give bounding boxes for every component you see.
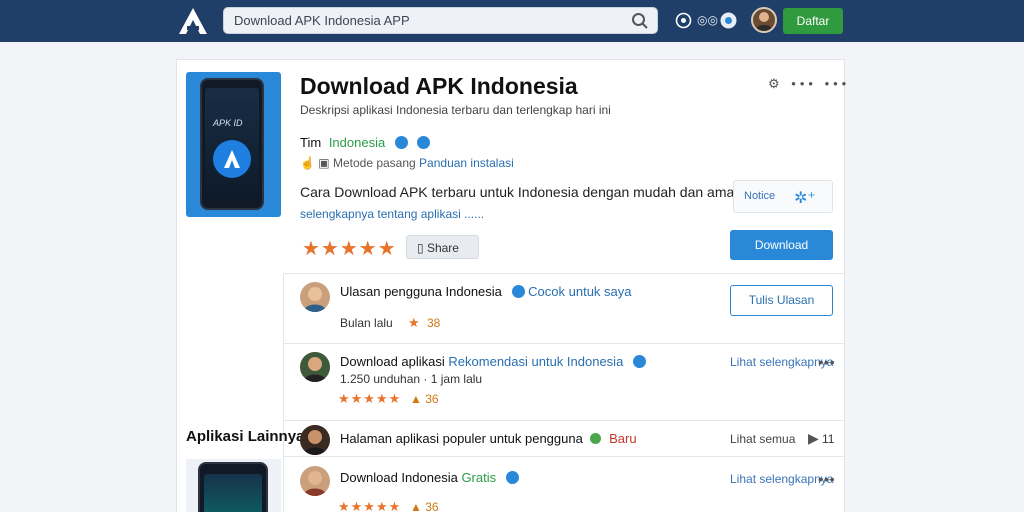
play-icon[interactable]: ▶ — [808, 430, 820, 447]
review-title: Ulasan pengguna Indonesia — [340, 284, 502, 299]
notice-box[interactable]: Notice ✲⁺ — [733, 180, 833, 213]
more-icon[interactable]: ••• — [825, 76, 851, 91]
settings-icon[interactable]: ⚙ — [768, 76, 784, 91]
rating-stars: ★★★★★ — [338, 499, 402, 512]
review-score: ▲ 36 — [410, 500, 439, 512]
review-tag: Rekomendasi untuk Indonesia — [448, 354, 624, 369]
phone-mockup — [198, 462, 268, 512]
page-title: Download APK Indonesia — [300, 73, 578, 99]
divider — [283, 420, 845, 421]
phone-mockup: APK ID — [200, 78, 264, 210]
avatar[interactable] — [300, 352, 330, 382]
review-tag: Gratis — [461, 470, 497, 485]
verified-icon — [417, 136, 431, 149]
status-icon — [590, 433, 602, 444]
notice-label: Notice — [744, 190, 776, 202]
review-title: Download aplikasi — [340, 354, 445, 369]
thumb-icon: ▲ — [410, 392, 426, 406]
write-review-button[interactable]: Tulis Ulasan — [730, 285, 833, 316]
search-bar[interactable]: Download APK Indonesia APP — [223, 7, 658, 34]
toolbar-icons: ⚙ ••• ••• — [768, 76, 850, 92]
phone-label: APK ID — [213, 118, 243, 128]
divider — [283, 456, 845, 457]
app-subtitle: Deskripsi aplikasi Indonesia terbaru dan… — [300, 103, 611, 117]
divider — [283, 273, 845, 274]
developer-name[interactable]: Tim — [300, 135, 321, 150]
settings-icon[interactable] — [675, 12, 692, 29]
review-title: Halaman aplikasi populer untuk pengguna — [340, 431, 583, 446]
phone-screen — [204, 474, 262, 512]
share-button[interactable]: ▯ Share — [406, 235, 479, 259]
share-icon: ▯ — [417, 241, 427, 255]
search-input[interactable]: Download APK Indonesia APP — [234, 13, 410, 28]
phone-screen: APK ID — [205, 88, 259, 200]
logo-icon[interactable] — [176, 6, 210, 36]
review-title: Download Indonesia — [340, 470, 458, 485]
section-label: Aplikasi Lainnya — [186, 428, 305, 445]
app-description: Cara Download APK terbaru untuk Indonesi… — [300, 184, 785, 200]
meta-row: ☝ ▣ Metode pasang Panduan instalasi — [300, 156, 514, 170]
rating-stars: ★★★★★ — [338, 391, 402, 406]
list-item[interactable]: Download Indonesia Gratis — [340, 470, 519, 485]
star-icon: ★ — [408, 315, 421, 330]
rating-stars: ★★★★★ — [302, 238, 397, 260]
developer-tag: Indonesia — [328, 135, 386, 150]
verified-icon — [505, 471, 519, 484]
review-score: ▲ 36 — [410, 392, 439, 406]
verified-icon — [511, 285, 525, 298]
header-label: ◎◎ — [697, 13, 718, 27]
review-meta: Bulan lalu — [340, 316, 393, 330]
avatar[interactable] — [300, 282, 330, 312]
avatar[interactable] — [300, 425, 330, 455]
app-hero-image: APK ID — [186, 72, 281, 217]
user-avatar[interactable] — [751, 7, 777, 33]
score-value: 36 — [425, 500, 439, 512]
verified-icon — [394, 136, 408, 149]
meta-text: Metode pasang — [332, 156, 416, 170]
more-icon[interactable]: ••• — [791, 76, 817, 91]
signup-button[interactable]: Daftar — [783, 8, 843, 34]
notification-icon[interactable] — [720, 12, 737, 29]
more-icon[interactable]: ••• — [818, 471, 836, 487]
download-button[interactable]: Download — [730, 230, 833, 260]
search-icon[interactable] — [631, 12, 649, 30]
list-item[interactable]: Download aplikasi Rekomendasi untuk Indo… — [340, 354, 646, 369]
sparkle-icon: ✲⁺ — [794, 190, 816, 207]
hand-icon: ☝ ▣ — [300, 156, 330, 170]
top-bar: Download APK Indonesia APP ◎◎ Daftar — [0, 0, 1024, 42]
status-badge: Baru — [609, 431, 637, 446]
developer-row: Tim Indonesia — [300, 135, 431, 150]
more-icon[interactable]: ••• — [818, 354, 836, 370]
verified-icon — [632, 355, 646, 368]
review-score: 38 — [427, 316, 441, 330]
install-guide-link[interactable]: Panduan instalasi — [419, 156, 514, 170]
review-tag: Cocok untuk saya — [528, 284, 632, 299]
share-label: Share — [426, 241, 459, 255]
app-logo-icon — [213, 140, 251, 178]
review-meta: 1.250 unduhan · 1 jam lalu — [340, 372, 483, 386]
list-item[interactable]: Halaman aplikasi populer untuk pengguna … — [340, 431, 637, 446]
see-all-link[interactable]: Lihat semua — [730, 432, 795, 446]
avatar[interactable] — [300, 466, 330, 496]
thumb-icon: ▲ — [410, 500, 426, 512]
score-value: 36 — [425, 392, 439, 406]
divider — [283, 273, 284, 512]
read-more-link[interactable]: selengkapnya tentang aplikasi ...... — [300, 207, 484, 221]
related-app-thumbnail[interactable] — [186, 459, 281, 512]
divider — [283, 343, 845, 344]
list-item[interactable]: Ulasan pengguna Indonesia Cocok untuk sa… — [340, 284, 632, 299]
item-count: 11 — [822, 432, 835, 446]
